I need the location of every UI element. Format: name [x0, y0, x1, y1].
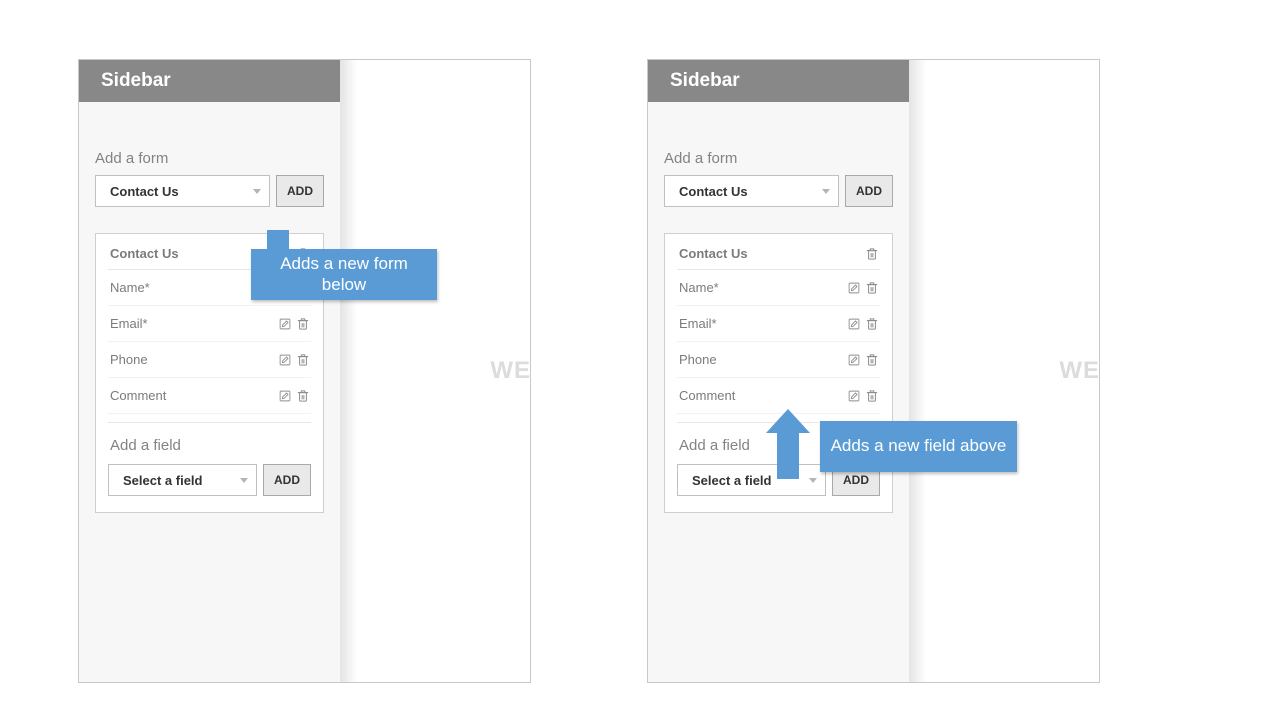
- form-select-value: Contact Us: [679, 184, 748, 199]
- add-field-label: Add a field: [108, 437, 311, 454]
- chevron-down-icon: [809, 478, 817, 483]
- form-select[interactable]: Contact Us: [95, 175, 270, 207]
- panel-right: Sidebar Add a form Contact Us ADD Contac…: [647, 59, 1100, 683]
- trash-icon[interactable]: [866, 281, 878, 295]
- canvas-watermark: WE: [490, 357, 531, 385]
- field-row: Email*: [108, 306, 311, 342]
- sidebar-title: Sidebar: [648, 60, 909, 102]
- field-label: Comment: [110, 388, 166, 403]
- trash-icon[interactable]: [866, 247, 878, 261]
- chevron-down-icon: [822, 189, 830, 194]
- add-form-label: Add a form: [79, 150, 340, 167]
- field-label: Email*: [679, 316, 717, 331]
- trash-icon[interactable]: [866, 389, 878, 403]
- add-form-label: Add a form: [648, 150, 909, 167]
- field-select[interactable]: Select a field: [677, 464, 826, 496]
- field-row: Email*: [677, 306, 880, 342]
- card-title: Contact Us: [679, 246, 748, 261]
- arrow-up-icon: [776, 409, 800, 479]
- edit-icon[interactable]: [848, 317, 860, 331]
- add-form-row: Contact Us ADD: [79, 167, 340, 207]
- field-label: Phone: [110, 352, 148, 367]
- card-title: Contact Us: [110, 246, 179, 261]
- field-row: Comment: [108, 378, 311, 414]
- field-select-value: Select a field: [692, 473, 771, 488]
- field-label: Name*: [110, 280, 150, 295]
- sidebar-shadow: [910, 60, 926, 682]
- divider: [108, 422, 311, 423]
- card-header: Contact Us: [677, 246, 880, 270]
- sidebar-shadow: [341, 60, 357, 682]
- edit-icon[interactable]: [279, 389, 291, 403]
- sidebar: Sidebar Add a form Contact Us ADD Contac…: [648, 60, 910, 682]
- add-form-row: Contact Us ADD: [648, 167, 909, 207]
- form-select-value: Contact Us: [110, 184, 179, 199]
- field-label: Phone: [679, 352, 717, 367]
- field-row: Phone: [108, 342, 311, 378]
- trash-icon[interactable]: [297, 353, 309, 367]
- field-select[interactable]: Select a field: [108, 464, 257, 496]
- panel-left: Sidebar Add a form Contact Us ADD Contac…: [78, 59, 531, 683]
- sidebar: Sidebar Add a form Contact Us ADD Contac…: [79, 60, 341, 682]
- field-label: Email*: [110, 316, 148, 331]
- trash-icon[interactable]: [297, 317, 309, 331]
- form-select[interactable]: Contact Us: [664, 175, 839, 207]
- edit-icon[interactable]: [848, 389, 860, 403]
- edit-icon[interactable]: [279, 353, 291, 367]
- callout-add-form: Adds a new form below: [251, 249, 437, 300]
- field-label: Comment: [679, 388, 735, 403]
- trash-icon[interactable]: [866, 353, 878, 367]
- trash-icon[interactable]: [297, 389, 309, 403]
- add-form-button[interactable]: ADD: [845, 175, 893, 207]
- field-row: Name*: [677, 270, 880, 306]
- chevron-down-icon: [253, 189, 261, 194]
- field-label: Name*: [679, 280, 719, 295]
- field-row: Phone: [677, 342, 880, 378]
- add-field-button[interactable]: ADD: [263, 464, 311, 496]
- edit-icon[interactable]: [848, 281, 860, 295]
- trash-icon[interactable]: [866, 317, 878, 331]
- field-select-value: Select a field: [123, 473, 202, 488]
- edit-icon[interactable]: [279, 317, 291, 331]
- canvas-watermark: WE: [1059, 357, 1100, 385]
- add-field-row: Select a field ADD: [108, 454, 311, 496]
- chevron-down-icon: [240, 478, 248, 483]
- add-form-button[interactable]: ADD: [276, 175, 324, 207]
- sidebar-title: Sidebar: [79, 60, 340, 102]
- edit-icon[interactable]: [848, 353, 860, 367]
- callout-add-field: Adds a new field above: [820, 421, 1017, 472]
